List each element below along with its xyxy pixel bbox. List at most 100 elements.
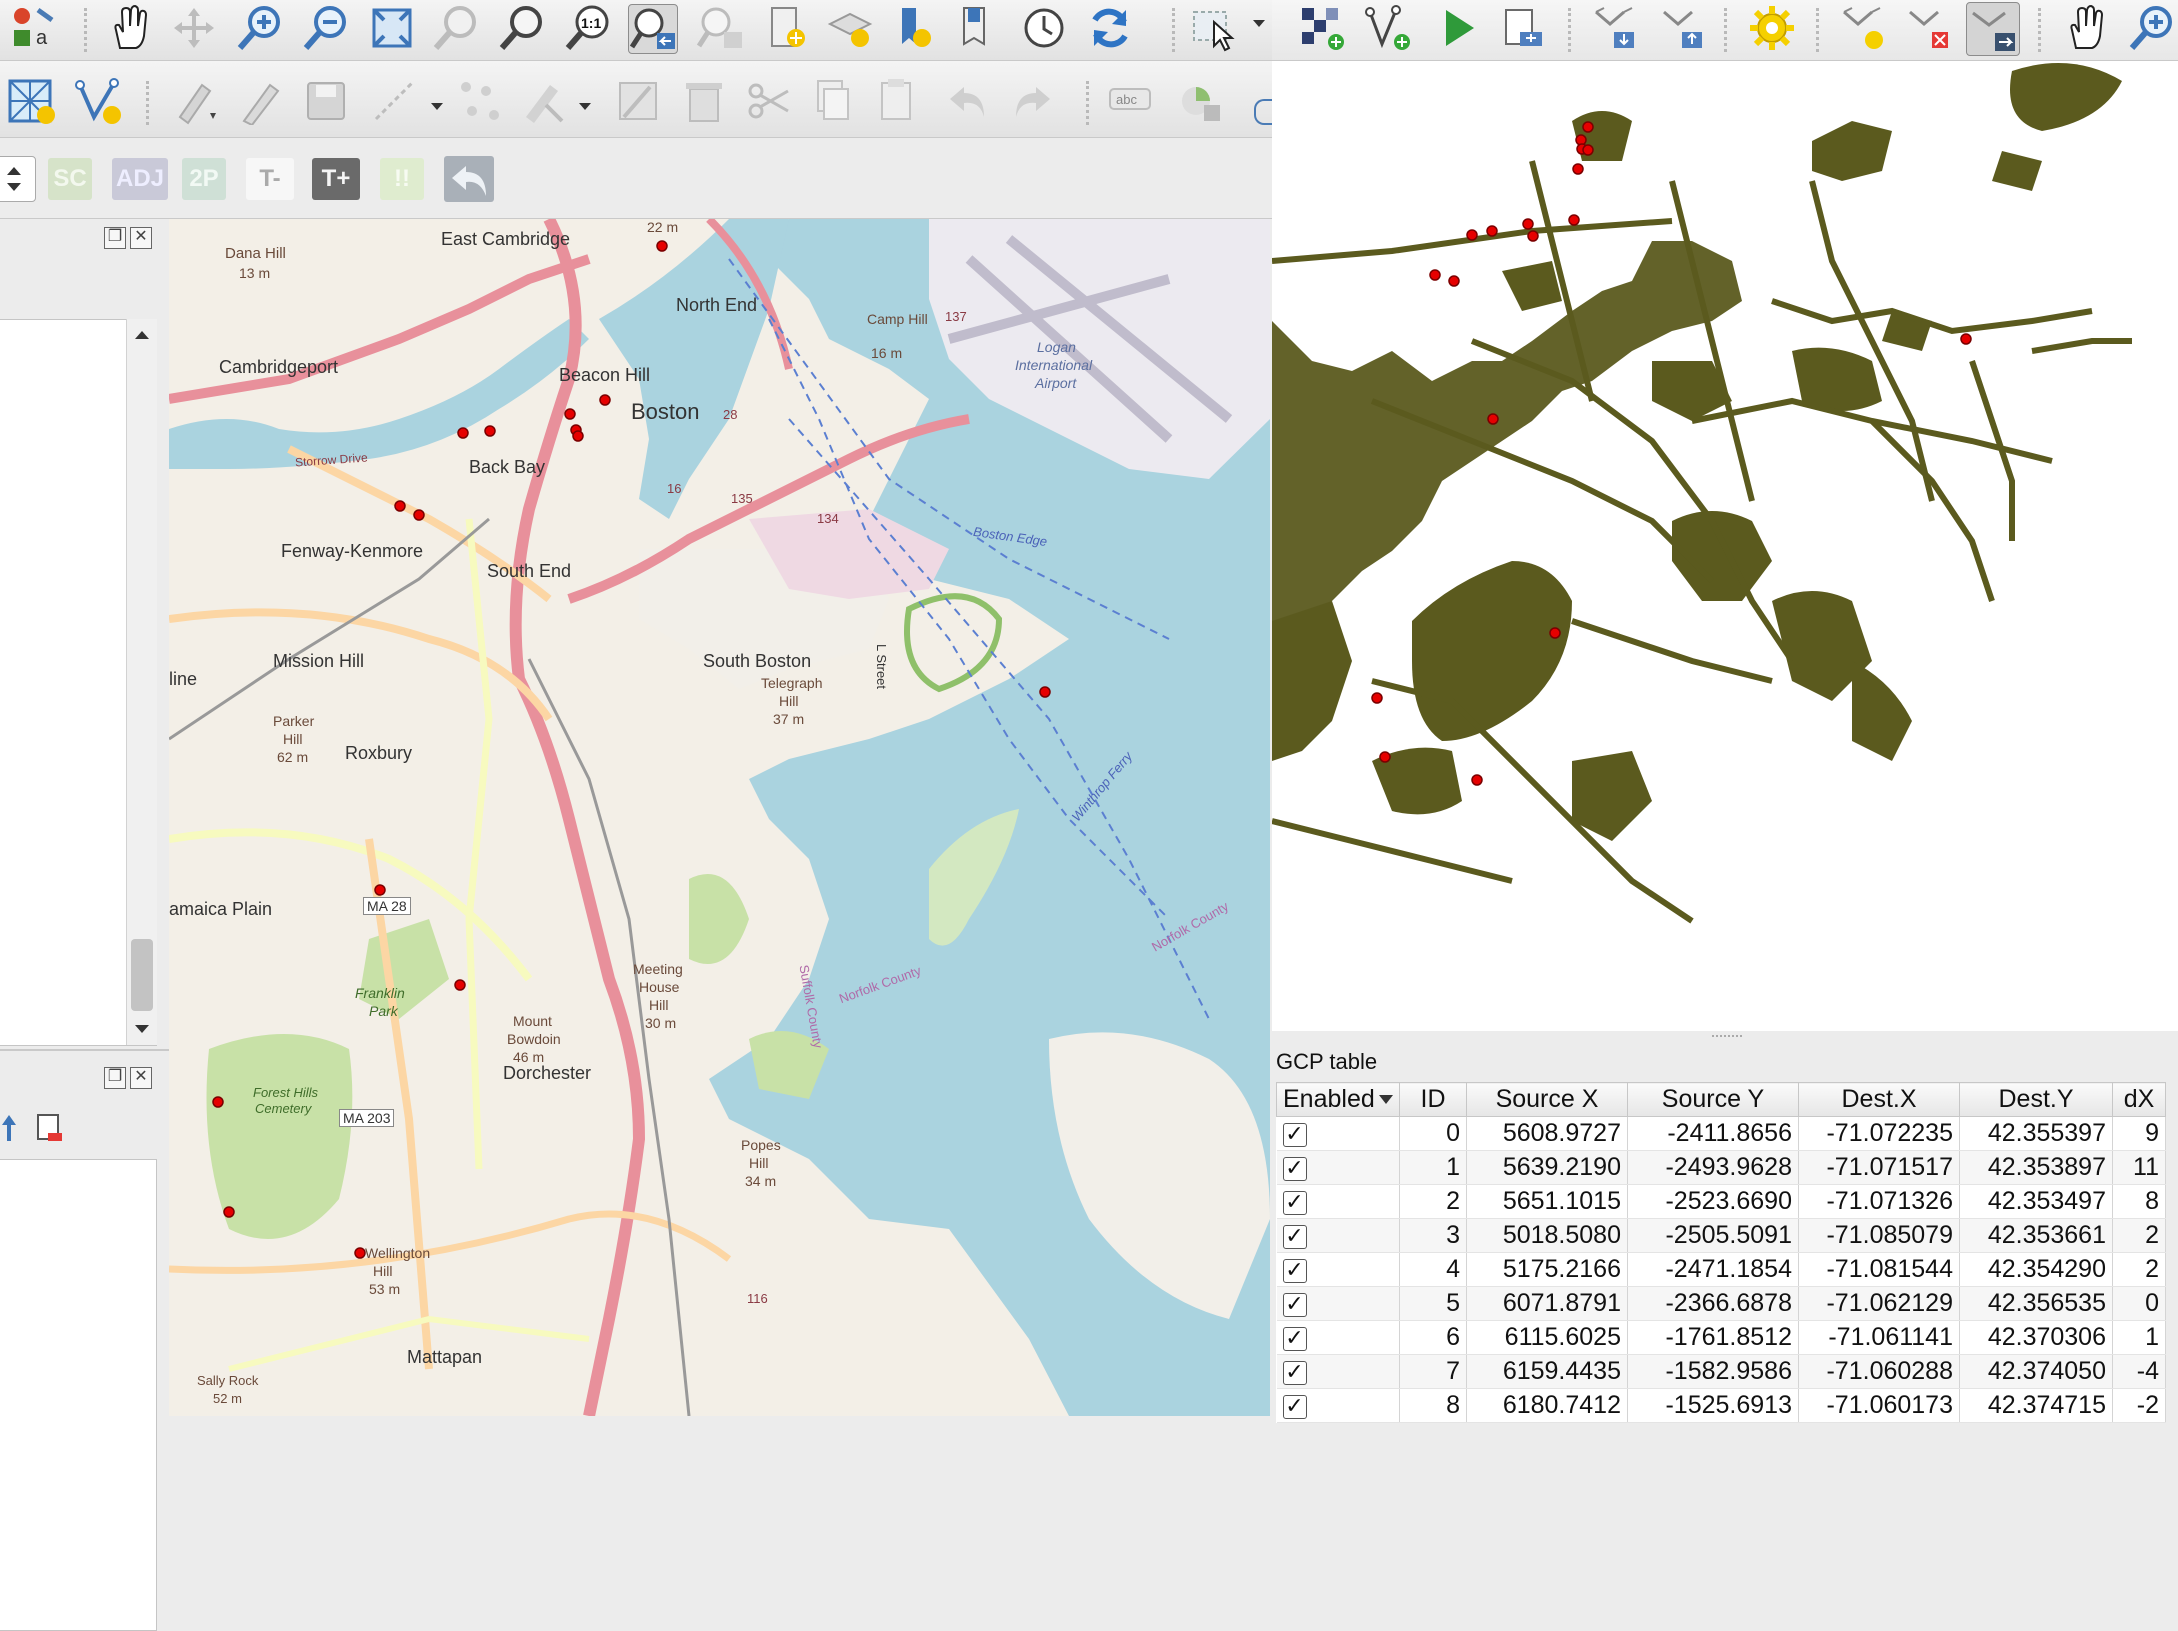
gcp-source-y-cell[interactable]: -2411.8656 <box>1627 1116 1799 1151</box>
gcp-dest-x-cell[interactable]: -71.060173 <box>1798 1388 1960 1423</box>
gcp-id-cell[interactable]: 1 <box>1399 1150 1467 1185</box>
gcp-source-y-cell[interactable]: -1761.8512 <box>1627 1320 1799 1355</box>
start-georeferencing-icon[interactable] <box>1434 4 1482 52</box>
add-raster-icon[interactable] <box>1298 4 1346 52</box>
gcp-dest-y-cell[interactable]: 42.353897 <box>1959 1150 2113 1185</box>
gcp-dest-x-cell[interactable]: -71.060288 <box>1798 1354 1960 1389</box>
zoom-native-icon[interactable]: 1:1 <box>564 4 612 52</box>
gcp-dx-cell[interactable]: 2 <box>2112 1252 2166 1287</box>
toolbar-grip[interactable] <box>2038 8 2045 52</box>
gcp-table-row[interactable]: ✓ 8 6180.7412 -1525.6913 -71.060173 42.374715… <box>1276 1388 2166 1423</box>
current-edits-icon[interactable] <box>172 77 220 125</box>
gcp-enabled-checkbox[interactable]: ✓ <box>1282 1259 1307 1283</box>
gcp-source-x-cell[interactable]: 5639.2190 <box>1466 1150 1628 1185</box>
gcp-enabled-checkbox[interactable]: ✓ <box>1282 1123 1307 1147</box>
gcp-id-cell[interactable]: 2 <box>1399 1184 1467 1219</box>
map-canvas-georeferencer[interactable] <box>1272 61 2178 1031</box>
zoom-full-icon[interactable] <box>368 4 416 52</box>
chevron-down-icon[interactable] <box>578 99 592 113</box>
gcp-dest-x-cell[interactable]: -71.072235 <box>1798 1116 1960 1151</box>
redo-icon[interactable] <box>1008 77 1056 125</box>
gcp-id-cell[interactable]: 8 <box>1399 1388 1467 1423</box>
gcp-table-row[interactable]: ✓ 5 6071.8791 -2366.6878 -71.062129 42.356535… <box>1276 1286 2166 1321</box>
pan-to-selection-icon[interactable] <box>170 4 218 52</box>
label-toolbar-overflow-icon[interactable] <box>1254 99 1274 125</box>
temporal-controller-icon[interactable] <box>890 4 938 52</box>
gcp-enabled-cell[interactable]: ✓ <box>1276 1354 1400 1389</box>
gcp-id-cell[interactable]: 0 <box>1399 1116 1467 1151</box>
gcp-table-row[interactable]: ✓ 6 6115.6025 -1761.8512 -71.061141 42.370306… <box>1276 1320 2166 1355</box>
gcp-source-y-cell[interactable]: -2505.5091 <box>1627 1218 1799 1253</box>
diagram-icon[interactable] <box>1176 77 1224 125</box>
generate-gdal-script-icon[interactable] <box>1498 4 1546 52</box>
gcp-dest-y-cell[interactable]: 42.353661 <box>1959 1218 2113 1253</box>
gcp-source-y-cell[interactable]: -1525.6913 <box>1627 1388 1799 1423</box>
gcp-source-x-cell[interactable]: 5608.9727 <box>1466 1116 1628 1151</box>
gcp-enabled-cell[interactable]: ✓ <box>1276 1218 1400 1253</box>
gcp-table-row[interactable]: ✓ 4 5175.2166 -2471.1854 -71.081544 42.354290… <box>1276 1252 2166 1287</box>
new-spatial-bookmark-icon[interactable] <box>954 4 1002 52</box>
gcp-enabled-cell[interactable]: ✓ <box>1276 1184 1400 1219</box>
add-gcp-point-icon[interactable] <box>1838 4 1886 52</box>
gcp-table-row[interactable]: ✓ 2 5651.1015 -2523.6690 -71.071326 42.353497… <box>1276 1184 2166 1219</box>
delete-selected-icon[interactable] <box>680 77 728 125</box>
georef-zoom-in-icon[interactable] <box>2128 4 2176 52</box>
gcp-dest-y-cell[interactable]: 42.355397 <box>1959 1116 2113 1151</box>
chevron-down-icon[interactable] <box>430 99 444 113</box>
zoom-in-icon[interactable] <box>236 4 284 52</box>
gcp-source-x-cell[interactable]: 5651.1015 <box>1466 1184 1628 1219</box>
toolbar-grip[interactable] <box>1724 8 1731 52</box>
col-dest-x[interactable]: Dest.X <box>1798 1082 1960 1117</box>
toolbar-grip[interactable] <box>146 81 153 125</box>
paste-features-icon[interactable] <box>872 77 920 125</box>
close-panel-icon[interactable]: ✕ <box>130 227 152 249</box>
zoom-to-selection-icon[interactable] <box>432 4 480 52</box>
gcp-enabled-checkbox[interactable]: ✓ <box>1282 1395 1307 1419</box>
save-gcp-icon[interactable] <box>1658 4 1706 52</box>
gcp-dx-cell[interactable]: 0 <box>2112 1286 2166 1321</box>
close-panel-icon[interactable]: ✕ <box>130 1067 152 1089</box>
move-up-icon[interactable] <box>0 1113 18 1143</box>
gcp-enabled-cell[interactable]: ✓ <box>1276 1150 1400 1185</box>
gcp-enabled-checkbox[interactable]: ✓ <box>1282 1361 1307 1385</box>
gcp-source-x-cell[interactable]: 5175.2166 <box>1466 1252 1628 1287</box>
gcp-dest-y-cell[interactable]: 42.353497 <box>1959 1184 2113 1219</box>
gcp-source-x-cell[interactable]: 6159.4435 <box>1466 1354 1628 1389</box>
gcp-source-y-cell[interactable]: -2523.6690 <box>1627 1184 1799 1219</box>
gcp-table-row[interactable]: ✓ 1 5639.2190 -2493.9628 -71.071517 42.353897… <box>1276 1150 2166 1185</box>
gcp-table-row[interactable]: ✓ 3 5018.5080 -2505.5091 -71.085079 42.353661… <box>1276 1218 2166 1253</box>
gcp-id-cell[interactable]: 4 <box>1399 1252 1467 1287</box>
add-point-icon[interactable] <box>1364 4 1412 52</box>
gcp-enabled-cell[interactable]: ✓ <box>1276 1286 1400 1321</box>
toolbar-grip[interactable] <box>1816 8 1823 52</box>
layer-style-icon[interactable]: a <box>8 4 56 52</box>
toolbar-grip[interactable] <box>1172 8 1179 52</box>
tp-button[interactable]: 2P <box>182 158 226 200</box>
gcp-id-cell[interactable]: 7 <box>1399 1354 1467 1389</box>
select-feature-icon[interactable] <box>1190 4 1238 52</box>
refresh-icon[interactable] <box>1086 4 1134 52</box>
chevron-down-icon[interactable] <box>1252 16 1266 30</box>
toolbar-grip[interactable] <box>1568 8 1575 52</box>
col-dx[interactable]: dX <box>2112 1082 2166 1117</box>
gcp-id-cell[interactable]: 6 <box>1399 1320 1467 1355</box>
georef-pan-icon[interactable] <box>2062 4 2110 52</box>
new-vertex-layer-icon[interactable] <box>74 77 122 125</box>
gcp-dest-y-cell[interactable]: 42.354290 <box>1959 1252 2113 1287</box>
gcp-dest-x-cell[interactable]: -71.085079 <box>1798 1218 1960 1253</box>
vertex-tool-icon[interactable] <box>456 77 504 125</box>
remove-layer-icon[interactable] <box>36 1113 64 1145</box>
pan-hand-icon[interactable] <box>106 4 154 52</box>
gcp-source-y-cell[interactable]: -2471.1854 <box>1627 1252 1799 1287</box>
new-bookmark-icon[interactable] <box>762 4 810 52</box>
gcp-dx-cell[interactable]: -2 <box>2112 1388 2166 1423</box>
gcp-dest-x-cell[interactable]: -71.071326 <box>1798 1184 1960 1219</box>
gcp-id-cell[interactable]: 3 <box>1399 1218 1467 1253</box>
copy-features-icon[interactable] <box>808 77 856 125</box>
gcp-dest-x-cell[interactable]: -71.061141 <box>1798 1320 1960 1355</box>
col-id[interactable]: ID <box>1399 1082 1467 1117</box>
t-minus-button[interactable]: T- <box>246 158 294 200</box>
gcp-source-y-cell[interactable]: -2366.6878 <box>1627 1286 1799 1321</box>
gcp-dest-x-cell[interactable]: -71.071517 <box>1798 1150 1960 1185</box>
edit-table-icon[interactable] <box>614 77 662 125</box>
